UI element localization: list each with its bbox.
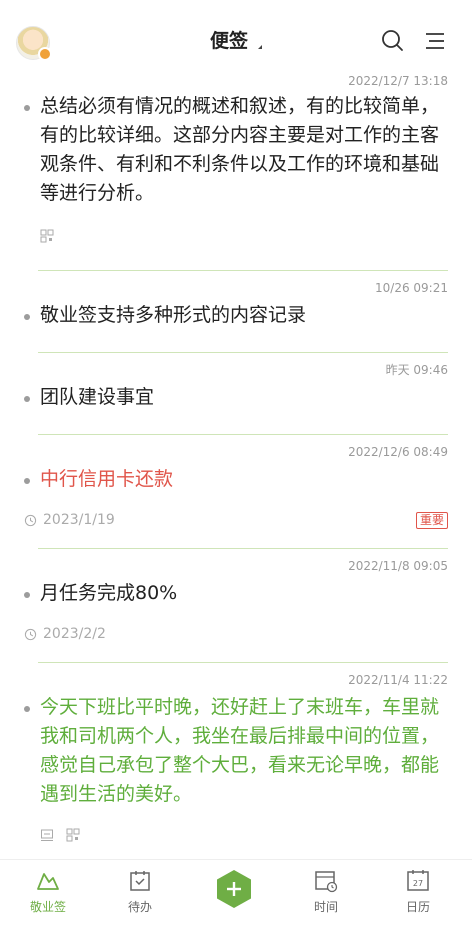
add-note-button[interactable] <box>213 868 255 910</box>
tab-label: 日历 <box>405 900 430 914</box>
tab-label: 敬业签 <box>29 900 66 914</box>
reminder-date-text: 2023/2/2 <box>43 626 106 642</box>
note-meta <box>24 815 448 855</box>
page-title-text: 便签 <box>209 30 248 52</box>
note-item[interactable]: 2022/12/7 13:18 总结必须有情况的概述和叙述，有的比较简单，有的比… <box>0 72 472 264</box>
app-header: 便签 <box>0 0 472 72</box>
note-item[interactable]: 2022/11/4 11:22 今天下班比平时晚，还好赶上了末班车，车里就我和司… <box>0 663 472 855</box>
notes-icon <box>37 873 59 890</box>
notes-list: 2022/12/7 13:18 总结必须有情况的概述和叙述，有的比较简单，有的比… <box>0 72 472 855</box>
reminder-date[interactable]: 2023/1/19 <box>24 512 115 528</box>
calendar-day-text: 27 <box>413 879 423 888</box>
note-time: 2022/12/7 13:18 <box>348 74 448 88</box>
bottom-tab-bar: 敬业签 待办 时间 27 日历 <box>0 859 472 929</box>
clock-icon <box>24 514 37 526</box>
search-button[interactable] <box>378 26 408 56</box>
note-meta: 2023/1/19 重要 <box>24 500 448 540</box>
qr-code-icon[interactable] <box>40 229 54 243</box>
search-icon <box>382 30 403 51</box>
note-text: 敬业签支持多种形式的内容记录 <box>24 301 448 330</box>
note-time: 2022/11/8 09:05 <box>348 559 448 573</box>
tab-label: 时间 <box>313 900 338 914</box>
tab-todo[interactable]: 待办 <box>110 868 170 915</box>
time-icon <box>315 871 338 893</box>
note-time: 2022/11/4 11:22 <box>348 673 448 687</box>
reminder-date-text: 2023/1/19 <box>43 512 115 528</box>
calendar-icon: 27 <box>407 870 429 891</box>
tab-time[interactable]: 时间 <box>296 868 356 915</box>
tab-label: 待办 <box>127 900 152 914</box>
title-dropdown-icon <box>258 45 262 49</box>
important-tag: 重要 <box>415 511 448 529</box>
note-item[interactable]: 昨天 09:46 团队建设事宜 <box>0 353 472 412</box>
note-meta: 2023/2/2 <box>24 614 448 654</box>
note-text: 团队建设事宜 <box>24 383 448 412</box>
plus-icon <box>217 870 251 908</box>
attachment-icon[interactable] <box>40 828 54 842</box>
note-item[interactable]: 2022/12/6 08:49 中行信用卡还款 2023/1/19 重要 <box>0 435 472 540</box>
clock-icon <box>24 628 37 640</box>
menu-button[interactable] <box>420 26 450 56</box>
note-item[interactable]: 10/26 09:21 敬业签支持多种形式的内容记录 <box>0 271 472 330</box>
note-text: 中行信用卡还款 <box>24 465 448 494</box>
tab-calendar[interactable]: 27 日历 <box>388 868 448 915</box>
note-text: 月任务完成80% <box>24 579 448 608</box>
todo-icon <box>130 871 150 891</box>
note-time: 10/26 09:21 <box>375 281 448 295</box>
note-time: 昨天 09:46 <box>385 363 448 377</box>
qr-code-icon[interactable] <box>66 828 80 842</box>
menu-icon <box>426 33 444 49</box>
note-item[interactable]: 2022/11/8 09:05 月任务完成80% 2023/2/2 <box>0 549 472 654</box>
note-time: 2022/12/6 08:49 <box>348 445 448 459</box>
note-meta <box>24 208 448 264</box>
tab-notes[interactable]: 敬业签 <box>18 868 78 915</box>
note-text: 总结必须有情况的概述和叙述，有的比较简单，有的比较详细。这部分内容主要是对工作的… <box>24 92 448 208</box>
reminder-date[interactable]: 2023/2/2 <box>24 626 106 642</box>
note-text: 今天下班比平时晚，还好赶上了末班车，车里就我和司机两个人，我坐在最后排最中间的位… <box>24 693 448 809</box>
